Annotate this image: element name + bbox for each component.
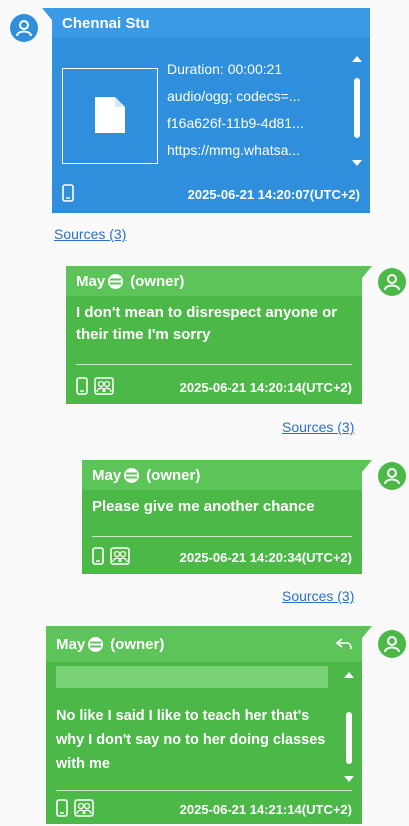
sources-link[interactable]: Sources (3) <box>54 226 126 242</box>
message-bubble-outgoing: May (owner) Please give me another chanc… <box>82 460 372 574</box>
owner-badge-icon <box>123 467 140 484</box>
sender-name: Chennai Stu <box>52 8 370 38</box>
message-timestamp: 2025-06-21 14:21:14(UTC+2) <box>179 801 352 817</box>
sender-role: (owner) <box>146 466 201 484</box>
contacts-icon <box>94 376 114 398</box>
scroll-down-arrow[interactable] <box>344 776 354 782</box>
phone-icon <box>56 798 68 820</box>
attachment-mime: audio/ogg; codecs=... <box>167 88 301 104</box>
phone-icon <box>76 376 88 398</box>
footer-divider <box>92 536 352 537</box>
quoted-message-preview[interactable] <box>56 666 328 688</box>
owner-badge-icon <box>87 636 104 653</box>
message-timestamp: 2025-06-21 14:20:34(UTC+2) <box>179 549 352 565</box>
scroll-up-arrow[interactable] <box>344 672 354 678</box>
message-footer: 2025-06-21 14:20:14(UTC+2) <box>76 376 352 398</box>
message-bubble-outgoing: May (owner) I don't mean to disrespect a… <box>66 266 372 404</box>
message-footer: 2025-06-21 14:21:14(UTC+2) <box>56 798 352 820</box>
sender-header: May (owner) <box>66 266 362 296</box>
attachment-scrollbar[interactable] <box>352 56 362 166</box>
message-scrollbar[interactable] <box>344 672 354 782</box>
owner-avatar <box>378 630 406 658</box>
footer-divider <box>56 790 352 791</box>
message-text: No like I said I like to teach her that'… <box>56 708 326 772</box>
scroll-thumb[interactable] <box>346 712 352 764</box>
person-icon <box>384 636 400 653</box>
person-icon <box>384 274 400 291</box>
sources-link[interactable]: Sources (3) <box>282 588 354 604</box>
file-icon <box>95 97 125 133</box>
owner-avatar <box>378 462 406 490</box>
sender-role: (owner) <box>110 635 165 653</box>
attachment-id: f16a626f-11b9-4d81... <box>167 115 304 131</box>
message-bubble-outgoing: May (owner) No like I said I like to tea… <box>46 626 372 824</box>
sender-name: May <box>92 466 122 484</box>
reply-icon[interactable] <box>336 638 352 650</box>
person-icon <box>384 468 400 485</box>
person-icon <box>16 20 32 37</box>
message-timestamp: 2025-06-21 14:20:07(UTC+2) <box>187 186 360 202</box>
sources-link[interactable]: Sources (3) <box>282 419 354 435</box>
phone-icon <box>92 546 104 568</box>
sender-header: May (owner) <box>46 626 362 662</box>
attachment-url[interactable]: https://mmg.whatsa... <box>167 137 337 164</box>
attachment-thumbnail[interactable] <box>62 68 158 164</box>
footer-divider <box>76 364 352 365</box>
message-text: Please give me another chance <box>92 498 315 515</box>
sender-header: May (owner) <box>82 460 362 490</box>
attachment-details: Duration: 00:00:21 audio/ogg; codecs=...… <box>167 56 337 164</box>
message-text: I don't mean to disrespect anyone or the… <box>76 304 338 343</box>
message-footer: 2025-06-21 14:20:07(UTC+2) <box>62 183 360 205</box>
message-timestamp: 2025-06-21 14:20:14(UTC+2) <box>179 379 352 395</box>
scroll-up-arrow[interactable] <box>352 56 362 62</box>
owner-badge-icon <box>107 273 124 290</box>
contacts-icon <box>74 798 94 820</box>
message-bubble-incoming: Chennai Stu Duration: 00:00:21 audio/ogg… <box>42 8 370 213</box>
scroll-thumb[interactable] <box>354 78 360 138</box>
sender-role: (owner) <box>130 272 185 290</box>
scroll-down-arrow[interactable] <box>352 160 362 166</box>
sender-avatar <box>10 14 38 42</box>
contacts-icon <box>110 546 130 568</box>
message-footer: 2025-06-21 14:20:34(UTC+2) <box>92 546 352 568</box>
sender-name: May <box>56 635 86 653</box>
attachment-duration: Duration: 00:00:21 <box>167 61 283 77</box>
owner-avatar <box>378 268 406 296</box>
phone-icon <box>62 183 74 205</box>
sender-name: May <box>76 272 106 290</box>
